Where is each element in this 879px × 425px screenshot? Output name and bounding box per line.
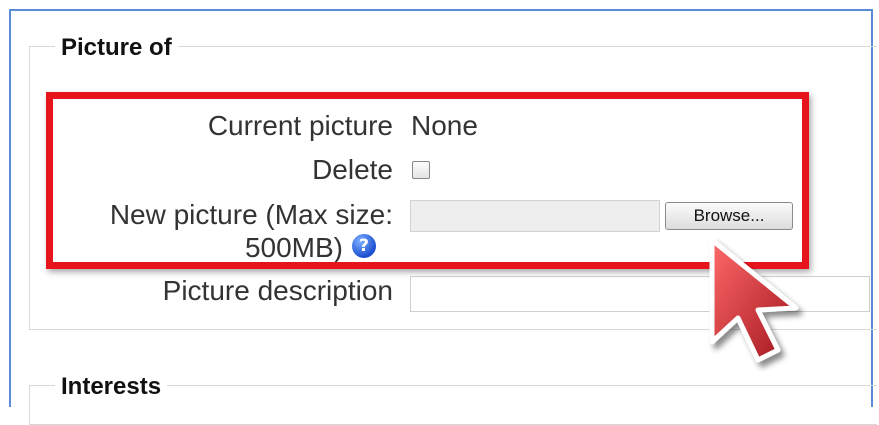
interests-section-legend: Interests — [55, 373, 168, 401]
mouse-cursor-icon — [709, 237, 799, 363]
picture-description-label: Picture description — [162, 275, 393, 306]
picture-section-legend: Picture of — [55, 34, 178, 62]
highlight-box — [46, 92, 809, 269]
